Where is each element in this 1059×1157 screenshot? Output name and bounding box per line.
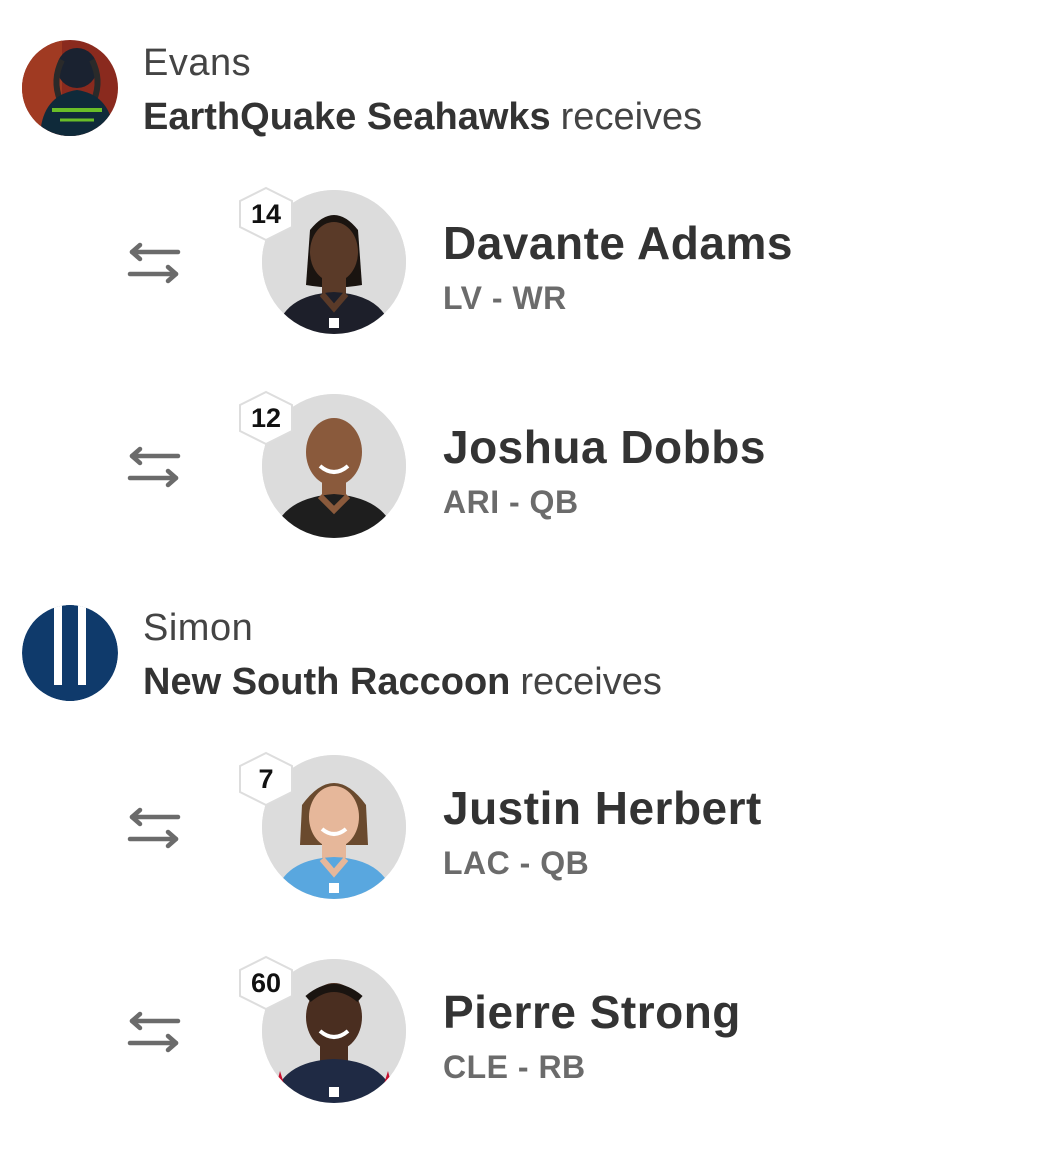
rank-badge: 7 [236,751,296,807]
receives-label: receives [560,96,703,138]
player-name[interactable]: Justin Herbert [443,781,762,835]
team-receives-line: New South Raccoon receives [143,661,662,704]
player-team-position: LAC - QB [443,845,590,881]
trade-arrows-icon [127,242,181,284]
rank-badge: 14 [236,186,296,242]
player-name[interactable]: Joshua Dobbs [443,420,766,474]
rank-badge: 12 [236,390,296,446]
trade-arrows-icon [127,807,181,849]
owner-name: Simon [143,607,254,649]
trade-arrows-icon [127,446,181,488]
team-receives-line: EarthQuake Seahawks receives [143,96,702,139]
player-team-position: CLE - RB [443,1049,586,1085]
team-name[interactable]: EarthQuake Seahawks [143,96,551,138]
team-name[interactable]: New South Raccoon [143,661,510,703]
rank-number: 14 [250,199,282,229]
receives-label: receives [520,661,662,703]
trade-arrows-icon [127,1011,181,1053]
player-row[interactable]: 60 Pierre Strong CLE - RB [0,955,1059,1105]
rank-number: 7 [258,764,274,794]
team-header: Simon New South Raccoon receives [22,605,1022,705]
team-avatar[interactable] [22,605,118,701]
seahawks-player-avatar-icon [22,40,118,136]
player-row[interactable]: 7 Justin Herbert LAC - QB [0,751,1059,901]
player-team-position: ARI - QB [443,484,579,520]
three-bars-logo-icon [22,605,118,701]
player-name[interactable]: Davante Adams [443,216,793,270]
rank-number: 12 [250,403,282,433]
rank-number: 60 [250,968,282,998]
rank-badge: 60 [236,955,296,1011]
owner-name: Evans [143,42,252,84]
player-row[interactable]: 14 Davante Adams LV - WR [0,186,1059,336]
player-team-position: LV - WR [443,280,567,316]
player-row[interactable]: 12 Joshua Dobbs ARI - QB [0,390,1059,540]
team-header: Evans EarthQuake Seahawks receives [22,40,1022,140]
team-avatar[interactable] [22,40,118,136]
player-name[interactable]: Pierre Strong [443,985,741,1039]
